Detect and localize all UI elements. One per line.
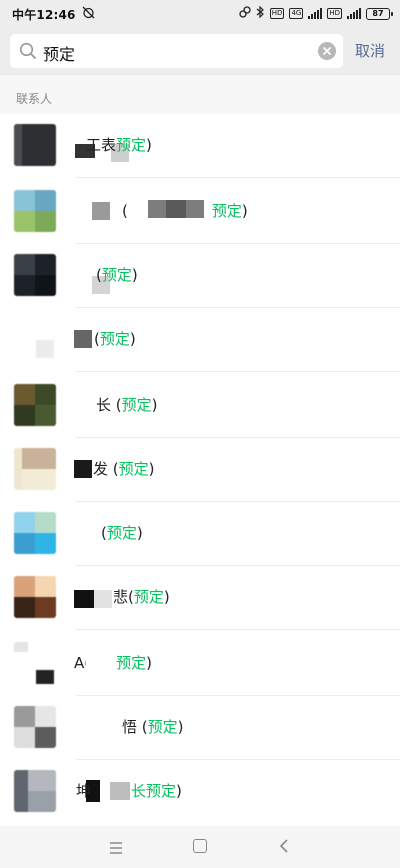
avatar: [14, 706, 56, 748]
avatar: [14, 254, 56, 296]
contact-row[interactable]: 工表预定): [0, 114, 400, 178]
contact-name-prefix: (: [122, 202, 128, 220]
contact-row[interactable]: 长 (预定): [0, 374, 400, 438]
avatar: [14, 512, 56, 554]
home-icon[interactable]: [193, 839, 207, 853]
contact-name-prefix: 长 (: [96, 396, 122, 414]
contact-keyword: 预定: [116, 136, 147, 154]
avatar: [14, 190, 56, 232]
contact-keyword: 预定: [101, 266, 132, 284]
clear-icon[interactable]: [318, 42, 336, 60]
search-query[interactable]: 预定: [43, 41, 75, 65]
contact-name: (预定): [101, 522, 143, 543]
contact-name-suffix: ): [129, 330, 136, 348]
contact-keyword: 预定: [211, 202, 242, 220]
contact-keyword: 预定: [118, 460, 149, 478]
contact-name-prefix: 悟 (: [122, 718, 148, 736]
contact-name-suffix: ): [136, 524, 143, 542]
search-input[interactable]: 预定: [10, 34, 343, 68]
avatar: [14, 448, 56, 490]
status-time: 中午12:46: [12, 7, 76, 22]
battery-indicator: 87: [366, 7, 393, 20]
contact-name-suffix: ): [241, 202, 248, 220]
menu-icon[interactable]: [108, 840, 124, 854]
contact-row[interactable]: ( 预定): [0, 180, 400, 244]
contact-row[interactable]: 悟 (预定): [0, 696, 400, 760]
divider: [76, 371, 400, 372]
contact-keyword: 预定: [116, 654, 147, 672]
status-bar: 中午12:46 HD 4G HD 87: [0, 0, 400, 28]
contact-name-suffix: ): [148, 460, 155, 478]
cancel-button[interactable]: 取消: [355, 40, 385, 61]
search-icon: [19, 42, 37, 60]
contact-name: ( 预定): [122, 200, 248, 221]
contact-row[interactable]: (预定): [0, 502, 400, 566]
contact-keyword: 预定: [121, 396, 152, 414]
contact-name-prefix: 坤: [76, 782, 92, 800]
contact-name-suffix: ): [151, 396, 158, 414]
back-icon[interactable]: [278, 838, 290, 854]
contact-keyword: 预定: [147, 718, 178, 736]
contact-row[interactable]: (预定): [0, 244, 400, 308]
contact-row[interactable]: 悲(预定): [0, 566, 400, 630]
section-header: 联系人: [0, 74, 400, 115]
contact-name: (预定): [94, 328, 136, 349]
contact-name-suffix: ): [176, 782, 182, 800]
contact-name: 悲(预定): [113, 586, 170, 607]
contact-row[interactable]: 发 (预定): [0, 438, 400, 502]
bluetooth-icon: [256, 5, 265, 21]
contact-keyword: 预定: [133, 588, 164, 606]
contact-name: 长 (预定): [96, 394, 158, 415]
contact-name-suffix: ): [131, 266, 138, 284]
hd-badge: HD: [269, 8, 285, 19]
censor-block: [94, 590, 112, 608]
contact-name-suffix: ): [146, 136, 152, 154]
divider: [76, 629, 400, 630]
signal-icon: [308, 8, 323, 19]
contact-name-suffix: ): [177, 718, 184, 736]
contact-row[interactable]: (预定): [0, 308, 400, 372]
contact-keyword: 预定: [106, 524, 137, 542]
contact-name-prefix: 发 (: [93, 460, 119, 478]
contact-keyword: 预定: [99, 330, 130, 348]
contact-name-suffix: ): [146, 654, 152, 672]
avatar: [14, 124, 56, 166]
search-header: 预定 取消: [0, 28, 400, 74]
contact-name: (预定): [96, 264, 138, 285]
avatar: [14, 318, 56, 360]
censor-block: [74, 590, 94, 608]
contact-name-prefix: 工表: [86, 136, 117, 154]
contact-name-prefix: 悲(: [113, 588, 134, 606]
censor-block: [74, 330, 92, 348]
avatar: [14, 642, 56, 684]
contact-row[interactable]: 坤 长预定): [0, 760, 400, 824]
censor-block: [86, 650, 114, 674]
avatar: [14, 384, 56, 426]
avatar: [14, 576, 56, 618]
avatar: [14, 770, 56, 812]
network-badge: 4G: [289, 8, 304, 19]
status-indicators: HD 4G HD 87: [239, 5, 393, 21]
contact-name: 坤 长预定): [76, 780, 182, 801]
section-title: 联系人: [16, 92, 53, 106]
contact-keyword: 长预定: [131, 782, 177, 800]
navigation-bar: [0, 826, 400, 868]
censor-block: [74, 460, 92, 478]
signal-icon-2: [347, 8, 361, 19]
alarm-off-icon: [82, 6, 95, 22]
contact-name: 悟 (预定): [122, 716, 184, 737]
contact-name: 工表预定): [86, 134, 152, 155]
contact-row[interactable]: A(预定): [0, 632, 400, 696]
contact-name: 发 (预定): [93, 458, 155, 479]
censor-block: [92, 202, 110, 220]
divider: [76, 177, 400, 178]
contact-name-suffix: ): [163, 588, 170, 606]
link-icon: [239, 6, 251, 21]
network-badge-2: HD: [327, 8, 342, 19]
